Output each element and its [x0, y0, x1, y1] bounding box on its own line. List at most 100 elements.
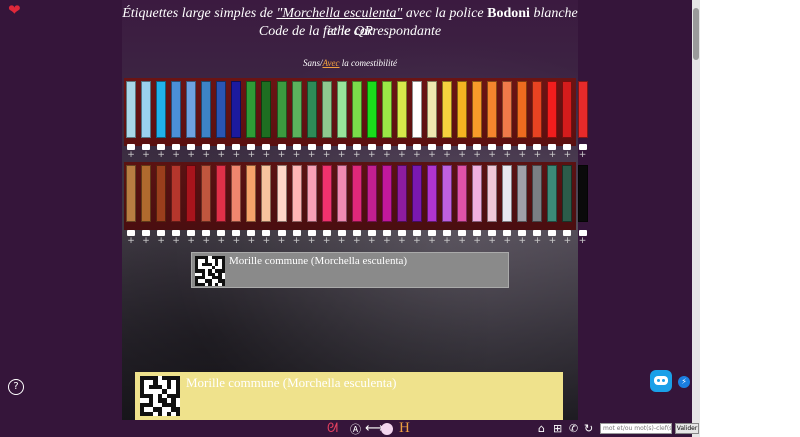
color-swatch[interactable] — [442, 165, 453, 222]
plus-icon[interactable]: + — [383, 236, 391, 246]
plus-icon[interactable]: + — [127, 150, 135, 160]
color-swatch[interactable] — [201, 165, 212, 222]
plus-icon[interactable]: + — [157, 236, 165, 246]
color-swatch[interactable] — [442, 81, 453, 138]
plus-icon[interactable]: + — [187, 150, 195, 160]
plus-icon[interactable]: + — [353, 150, 361, 160]
plus-icon[interactable]: + — [413, 236, 421, 246]
plus-icon[interactable]: + — [548, 150, 557, 160]
plus-icon[interactable]: + — [458, 150, 466, 160]
color-swatch[interactable] — [141, 165, 152, 222]
color-swatch[interactable] — [472, 81, 483, 138]
color-swatch[interactable] — [577, 81, 588, 138]
plus-icon[interactable]: + — [262, 236, 271, 246]
plus-icon[interactable]: + — [398, 150, 406, 160]
validate-button[interactable]: Valider — [675, 423, 699, 434]
plus-icon[interactable]: + — [127, 236, 135, 246]
plus-icon[interactable]: + — [217, 150, 226, 160]
color-swatch[interactable] — [427, 81, 437, 138]
color-swatch[interactable] — [381, 165, 392, 222]
plus-icon[interactable]: + — [202, 150, 210, 160]
plus-icon[interactable]: + — [518, 150, 527, 160]
plus-icon[interactable]: + — [398, 236, 406, 246]
plus-icon[interactable]: + — [428, 236, 436, 246]
plus-icon[interactable]: + — [383, 150, 391, 160]
label-preview-small[interactable]: Morille commune (Morchella esculenta) — [191, 252, 509, 288]
plus-icon[interactable]: + — [338, 236, 346, 246]
color-swatch[interactable] — [366, 81, 377, 138]
plus-icon[interactable]: + — [353, 236, 361, 246]
plus-icon[interactable]: + — [157, 150, 165, 160]
color-swatch[interactable] — [517, 165, 528, 222]
plus-icon[interactable]: + — [413, 150, 421, 160]
color-swatch[interactable] — [577, 165, 588, 222]
refresh-icon[interactable]: ↻ — [584, 422, 593, 435]
color-swatch[interactable] — [472, 165, 483, 222]
plus-icon[interactable]: + — [503, 150, 511, 160]
plus-icon[interactable]: + — [338, 150, 346, 160]
plus-icon[interactable]: + — [488, 236, 496, 246]
plus-icon[interactable]: + — [579, 150, 587, 160]
robot-assistant-icon[interactable] — [650, 370, 672, 392]
toggle-avec[interactable]: Avec — [323, 58, 340, 68]
color-swatch[interactable] — [457, 81, 468, 138]
scrollbar-thumb[interactable] — [693, 8, 699, 60]
color-swatch[interactable] — [411, 81, 422, 138]
plus-icon[interactable]: + — [563, 150, 572, 160]
color-swatch[interactable] — [396, 81, 407, 138]
plus-icon[interactable]: + — [278, 150, 286, 160]
color-swatch[interactable] — [231, 165, 242, 222]
toggle-sans[interactable]: Sans — [303, 58, 320, 68]
color-swatch[interactable] — [171, 81, 182, 138]
plus-icon[interactable]: + — [548, 236, 557, 246]
color-swatch[interactable] — [517, 81, 528, 138]
plus-icon[interactable]: + — [533, 150, 542, 160]
plus-icon[interactable]: + — [308, 150, 316, 160]
plus-icon[interactable]: + — [368, 236, 376, 246]
plus-icon[interactable]: + — [323, 150, 331, 160]
help-icon[interactable]: ? — [8, 379, 24, 395]
color-swatch[interactable] — [126, 81, 136, 138]
search-input[interactable]: mot et/ou mot(s)-clef(s) — [600, 423, 672, 434]
plus-icon[interactable]: + — [503, 236, 511, 246]
color-swatch[interactable] — [351, 165, 362, 222]
plus-icon[interactable]: + — [247, 236, 256, 246]
color-swatch[interactable] — [276, 81, 287, 138]
color-swatch[interactable] — [186, 165, 197, 222]
color-swatch[interactable] — [261, 165, 272, 222]
color-swatch[interactable] — [336, 165, 347, 222]
plus-icon[interactable]: + — [142, 150, 150, 160]
knot-logo-icon[interactable]: ᘛ — [327, 421, 338, 436]
color-swatch[interactable] — [562, 81, 573, 138]
color-swatch[interactable] — [351, 81, 362, 138]
plus-icon[interactable]: + — [579, 236, 587, 246]
color-swatch[interactable] — [381, 81, 392, 138]
plus-icon[interactable]: + — [293, 236, 301, 246]
circle-icon[interactable] — [381, 423, 393, 435]
h-letter-icon[interactable]: H — [399, 421, 410, 436]
plus-icon[interactable]: + — [247, 150, 256, 160]
color-swatch[interactable] — [306, 165, 317, 222]
plus-icon[interactable]: + — [488, 150, 496, 160]
plus-icon[interactable]: + — [323, 236, 331, 246]
color-swatch[interactable] — [216, 165, 227, 222]
color-swatch[interactable] — [231, 81, 242, 138]
plus-icon[interactable]: + — [202, 236, 210, 246]
plus-icon[interactable]: + — [308, 236, 316, 246]
color-swatch[interactable] — [321, 165, 332, 222]
plus-icon[interactable]: + — [473, 150, 481, 160]
color-swatch[interactable] — [171, 165, 182, 222]
color-swatch[interactable] — [396, 165, 407, 222]
plus-icon[interactable]: + — [278, 236, 286, 246]
color-swatch[interactable] — [276, 165, 287, 222]
plus-icon[interactable]: + — [172, 236, 180, 246]
color-swatch[interactable] — [502, 165, 513, 222]
color-swatch[interactable] — [126, 165, 136, 222]
color-swatch[interactable] — [502, 81, 513, 138]
label-preview-large[interactable]: Morille commune (Morchella esculenta) — [135, 372, 563, 420]
plus-icon[interactable]: + — [458, 236, 466, 246]
plus-icon[interactable]: + — [428, 150, 436, 160]
heart-icon[interactable]: ❤ — [8, 3, 21, 18]
plus-icon[interactable]: + — [293, 150, 301, 160]
color-swatch[interactable] — [336, 81, 347, 138]
